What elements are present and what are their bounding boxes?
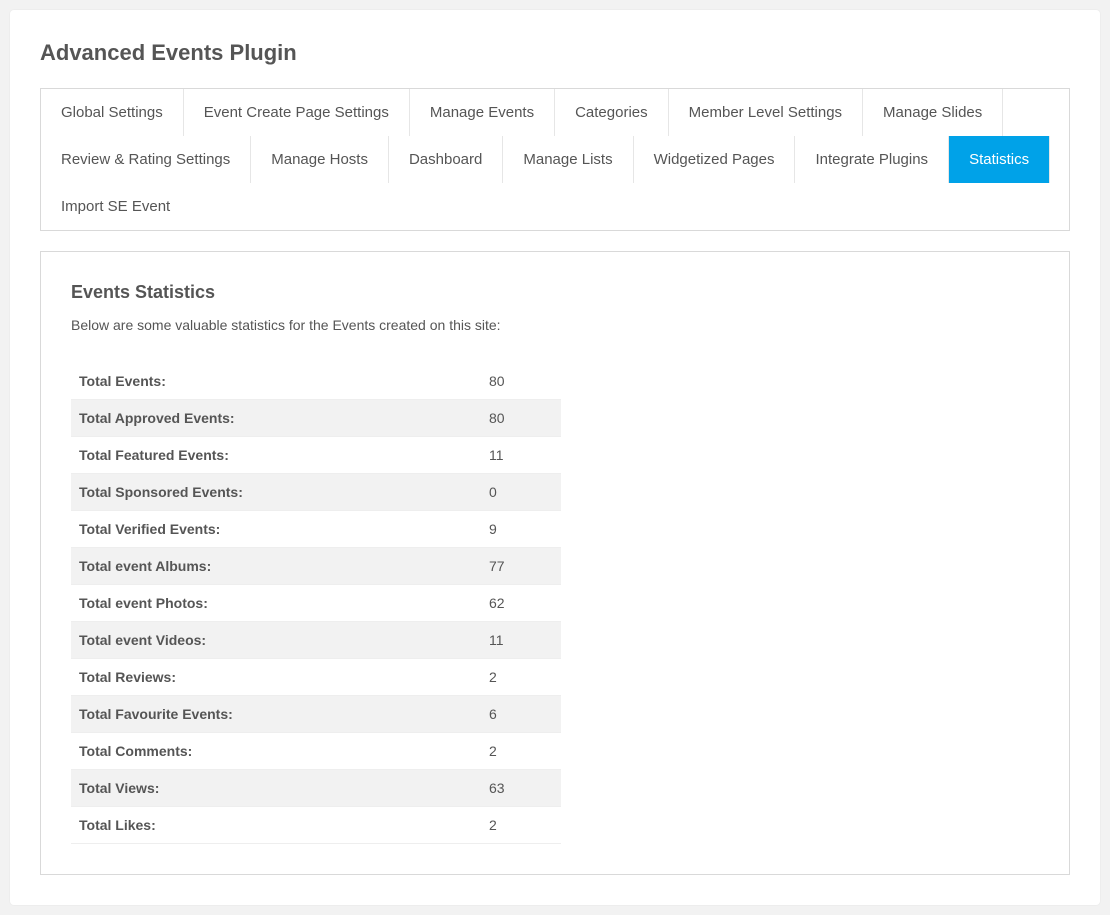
stats-value: 2 (481, 659, 561, 696)
stats-value: 11 (481, 437, 561, 474)
stats-row: Total event Albums:77 (71, 548, 561, 585)
tab-bar: Global SettingsEvent Create Page Setting… (40, 88, 1070, 231)
stats-row: Total event Photos:62 (71, 585, 561, 622)
stats-row: Total Favourite Events:6 (71, 696, 561, 733)
stats-label: Total Comments: (71, 733, 481, 770)
content-box: Events Statistics Below are some valuabl… (40, 251, 1070, 875)
tab-widgetized-pages[interactable]: Widgetized Pages (634, 136, 796, 183)
stats-label: Total Verified Events: (71, 511, 481, 548)
section-title: Events Statistics (71, 282, 1039, 303)
stats-value: 62 (481, 585, 561, 622)
stats-value: 2 (481, 733, 561, 770)
tab-review-rating-settings[interactable]: Review & Rating Settings (41, 136, 251, 183)
stats-row: Total Likes:2 (71, 807, 561, 844)
stats-label: Total event Albums: (71, 548, 481, 585)
stats-row: Total Featured Events:11 (71, 437, 561, 474)
stats-row: Total Verified Events:9 (71, 511, 561, 548)
stats-label: Total Favourite Events: (71, 696, 481, 733)
stats-row: Total event Videos:11 (71, 622, 561, 659)
stats-value: 0 (481, 474, 561, 511)
stats-label: Total event Photos: (71, 585, 481, 622)
tab-event-create-page-settings[interactable]: Event Create Page Settings (184, 89, 410, 136)
stats-row: Total Reviews:2 (71, 659, 561, 696)
stats-row: Total Sponsored Events:0 (71, 474, 561, 511)
stats-value: 9 (481, 511, 561, 548)
stats-value: 2 (481, 807, 561, 844)
page-title: Advanced Events Plugin (40, 40, 1070, 66)
tab-categories[interactable]: Categories (555, 89, 669, 136)
tab-integrate-plugins[interactable]: Integrate Plugins (795, 136, 949, 183)
stats-row: Total Comments:2 (71, 733, 561, 770)
stats-label: Total Sponsored Events: (71, 474, 481, 511)
stats-label: Total Approved Events: (71, 400, 481, 437)
stats-label: Total event Videos: (71, 622, 481, 659)
stats-row: Total Approved Events:80 (71, 400, 561, 437)
tab-global-settings[interactable]: Global Settings (41, 89, 184, 136)
stats-value: 63 (481, 770, 561, 807)
stats-value: 77 (481, 548, 561, 585)
stats-value: 80 (481, 400, 561, 437)
main-card: Advanced Events Plugin Global SettingsEv… (10, 10, 1100, 905)
stats-value: 80 (481, 363, 561, 400)
tab-manage-slides[interactable]: Manage Slides (863, 89, 1003, 136)
stats-table: Total Events:80Total Approved Events:80T… (71, 363, 561, 844)
tab-manage-hosts[interactable]: Manage Hosts (251, 136, 389, 183)
tab-import-se-event[interactable]: Import SE Event (41, 183, 190, 230)
stats-label: Total Likes: (71, 807, 481, 844)
tab-dashboard[interactable]: Dashboard (389, 136, 503, 183)
tab-manage-lists[interactable]: Manage Lists (503, 136, 633, 183)
section-description: Below are some valuable statistics for t… (71, 317, 1039, 333)
tab-member-level-settings[interactable]: Member Level Settings (669, 89, 863, 136)
stats-label: Total Views: (71, 770, 481, 807)
stats-value: 11 (481, 622, 561, 659)
stats-row: Total Views:63 (71, 770, 561, 807)
stats-label: Total Featured Events: (71, 437, 481, 474)
stats-label: Total Events: (71, 363, 481, 400)
tab-manage-events[interactable]: Manage Events (410, 89, 555, 136)
stats-label: Total Reviews: (71, 659, 481, 696)
tab-statistics[interactable]: Statistics (949, 136, 1050, 183)
stats-row: Total Events:80 (71, 363, 561, 400)
stats-value: 6 (481, 696, 561, 733)
